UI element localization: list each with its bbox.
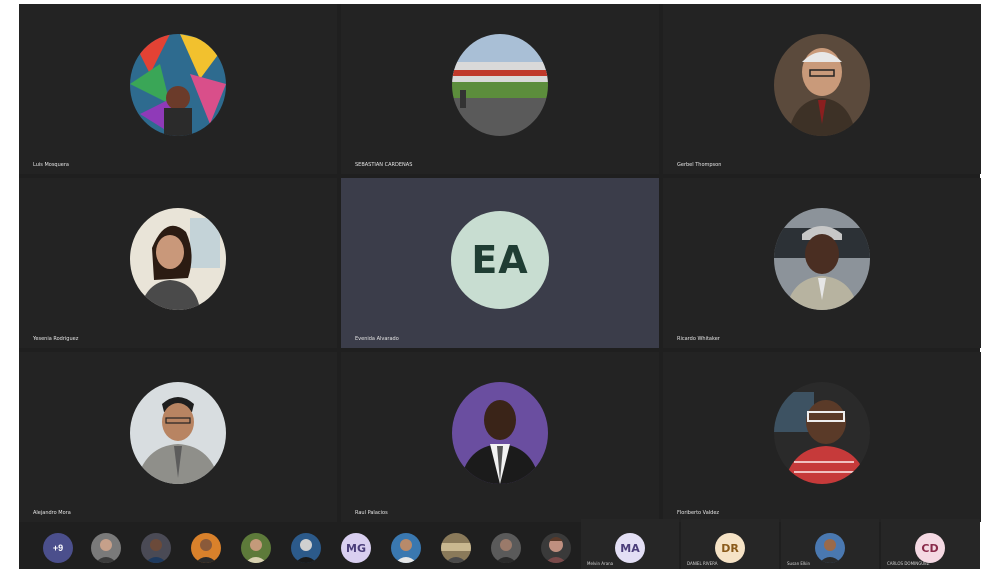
participant-initials-avatar: MA (615, 533, 645, 563)
participant-name: Raul Palacios (355, 510, 388, 516)
participant-name: Alejandro Mora (33, 510, 71, 516)
participant-name: DANIEL RIVERA (687, 561, 718, 566)
participant-side-tile[interactable]: DR DANIEL RIVERA (681, 519, 779, 569)
participant-tile[interactable]: Gerbel Thompson (663, 4, 981, 174)
participant-strip: +9 MG MA Melvin Arana DR DANIEL RIVERA S… (19, 519, 980, 569)
participant-thumbnail (815, 533, 845, 563)
participant-initials-avatar: DR (715, 533, 745, 563)
participant-name: Susan Elkin (787, 561, 811, 566)
participant-side-tile[interactable]: Susan Elkin (781, 519, 879, 569)
participant-name: Luis Mosquera (33, 162, 69, 168)
participant-name: Ricardo Whitaker (677, 336, 720, 342)
participant-avatar (130, 208, 226, 310)
participant-tile[interactable]: Floriberto Valdez (663, 352, 981, 522)
participant-side-tile[interactable]: MA Melvin Arana (581, 519, 679, 569)
participant-name: Floriberto Valdez (677, 510, 720, 516)
more-participants-button[interactable]: +9 (43, 533, 73, 563)
participant-thumbnail[interactable] (241, 533, 271, 563)
participant-initials-avatar: CD (915, 533, 945, 563)
participant-initials-avatar[interactable]: MG (341, 533, 371, 563)
participant-tile[interactable]: Luis Mosquera (19, 4, 337, 174)
participant-initials: EA (451, 211, 549, 309)
participant-avatar (774, 382, 870, 484)
participant-tile[interactable]: Ricardo Whitaker (663, 178, 981, 348)
participant-thumbnail[interactable] (291, 533, 321, 563)
participant-tile[interactable]: Yesenia Rodriguez (19, 178, 337, 348)
video-grid: Luis Mosquera SEBASTIAN CARDENAS Gerbel … (19, 4, 981, 569)
participant-avatar (452, 34, 548, 136)
participant-tile[interactable]: Raul Palacios (341, 352, 659, 522)
participant-thumbnail[interactable] (441, 533, 471, 563)
participant-avatar (774, 208, 870, 310)
participant-side-tile[interactable]: CD CARLOS DOMINGUEZ (881, 519, 980, 569)
participant-thumbnail[interactable] (191, 533, 221, 563)
participant-tile-active[interactable]: EA Evenida Alvarado (341, 178, 659, 348)
participant-avatar (452, 382, 548, 484)
participant-name: Evenida Alvarado (355, 336, 399, 342)
participant-name: Melvin Arana (587, 561, 614, 566)
participant-name: SEBASTIAN CARDENAS (355, 162, 413, 168)
participant-name: Gerbel Thompson (677, 162, 722, 168)
participant-thumbnail[interactable] (141, 533, 171, 563)
participant-name: CARLOS DOMINGUEZ (887, 561, 930, 566)
participant-thumbnail[interactable] (541, 533, 571, 563)
participant-thumbnail[interactable] (91, 533, 121, 563)
participant-tile[interactable]: Alejandro Mora (19, 352, 337, 522)
participant-name: Yesenia Rodriguez (33, 336, 79, 342)
participant-tile[interactable]: SEBASTIAN CARDENAS (341, 4, 659, 174)
participant-avatar (774, 34, 870, 136)
participant-thumbnail[interactable] (491, 533, 521, 563)
participant-avatar (130, 382, 226, 484)
participant-avatar (130, 34, 226, 136)
participant-thumbnail[interactable] (391, 533, 421, 563)
